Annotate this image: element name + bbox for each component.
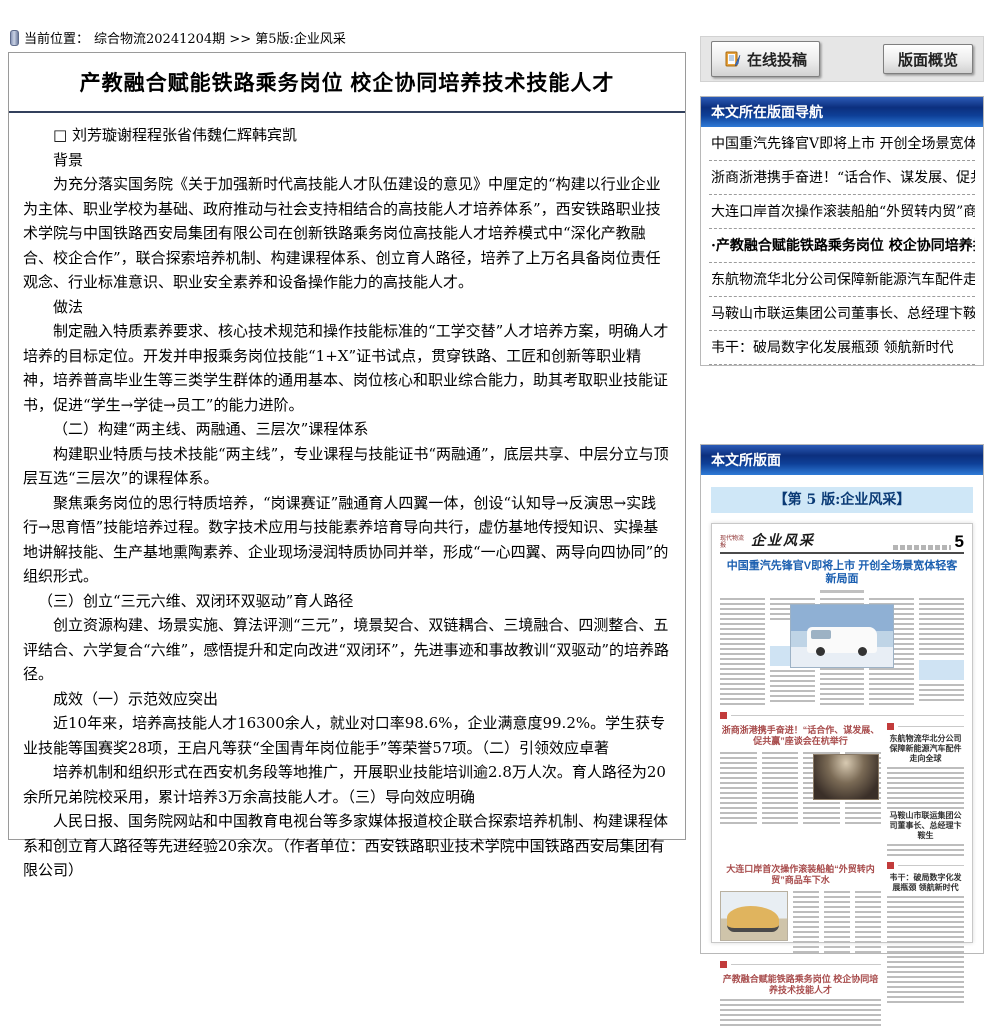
breadcrumb: 当前位置： 综合物流20241204期 >> 第5版:企业风采 — [10, 28, 346, 47]
fake-text-lines — [919, 598, 964, 706]
thumb-section-divider — [887, 723, 964, 730]
breadcrumb-path[interactable]: 综合物流20241204期 >> 第5版:企业风采 — [94, 28, 346, 47]
location-icon — [10, 30, 19, 46]
article-paragraph: 为充分落实国务院《关于加强新时代高技能人才队伍建设的意见》中厘定的“构建以行业企… — [23, 172, 671, 295]
article-paragraph: 聚焦乘务岗位的思行特质培养，“岗课赛证”融通育人四翼一体，创设“认知导→反演思→… — [23, 491, 671, 589]
article-author-line: □ 刘芳璇谢程程张省伟魏仁辉韩宾凯 — [23, 123, 671, 148]
page-navigation-panel: 本文所在版面导航 中国重汽先锋官V即将上市 开创全场景宽体轻 浙商浙港携手奋进！… — [700, 96, 984, 366]
thumb-top-columns — [720, 598, 964, 706]
online-submit-button[interactable]: 在线投稿 — [711, 41, 820, 77]
thumb-section-divider — [720, 712, 964, 719]
thumb-headline-bottom: 产教融合赋能铁路乘务岗位 校企协同培养技术技能人才 — [720, 972, 881, 999]
article-title: 产教融合赋能铁路乘务岗位 校企协同培养技术技能人才 — [9, 53, 685, 111]
newspaper-thumbnail[interactable]: 现代物流报 企业风采 5 中国重汽先锋官V即将上市 开创全场景宽体轻客新局面 — [711, 523, 973, 943]
breadcrumb-label: 当前位置： — [24, 28, 89, 47]
thumb-page-number: 5 — [955, 534, 964, 550]
thumb-headline-zheshang: 浙商浙港携手奋进！“话合作、谋发展、促共赢”座谈会在杭举行 — [720, 723, 881, 750]
thumb-blue-box — [919, 660, 964, 680]
thumb-headline-donghang: 东航物流华北分公司保障新能源汽车配件走向全球 — [887, 732, 964, 767]
thumb-van-photo — [790, 604, 894, 668]
article-paragraph: 背景 — [23, 148, 671, 173]
fake-text-lines — [887, 767, 964, 809]
fake-text-lines — [793, 891, 819, 955]
thumb-masthead-title: 企业风采 — [751, 530, 815, 550]
fake-text-lines — [824, 891, 850, 955]
toolbar: 在线投稿 版面概览 — [700, 36, 984, 82]
nav-item[interactable]: 中国重汽先锋官V即将上市 开创全场景宽体轻 — [709, 127, 975, 161]
notepad-icon — [724, 50, 742, 68]
article-paragraph: 人民日报、国务院网站和中国教育电视台等多家媒体报道校企联合探索培养机制、构建课程… — [23, 809, 671, 883]
page-panel-header: 本文所版面 — [701, 445, 983, 475]
thumb-masthead: 现代物流报 企业风采 5 — [720, 530, 964, 554]
thumb-byline — [820, 590, 864, 593]
current-page-panel: 本文所版面 【第 5 版:企业风采】 现代物流报 企业风采 5 中国重汽先锋官V… — [700, 444, 984, 954]
article-paragraph: 创立资源构建、场景实施、算法评测“三元”，境景契合、双链耦合、三境融合、四测整合… — [23, 613, 671, 687]
article-paragraph: 制定融入特质素养要求、核心技术规范和操作技能标准的“工学交替”人才培养方案，明确… — [23, 319, 671, 417]
layout-overview-button[interactable]: 版面概览 — [883, 44, 973, 74]
thumb-middle-section: 浙商浙港携手奋进！“话合作、谋发展、促共赢”座谈会在杭举行 东航物流华北分 — [720, 723, 964, 858]
nav-item[interactable]: 韦干：破局数字化发展瓶颈 领航新时代 — [709, 331, 975, 365]
nav-item[interactable]: 东航物流华北分公司保障新能源汽车配件走向 — [709, 263, 975, 297]
nav-item-current[interactable]: ·产教融合赋能铁路乘务岗位 校企协同培养技 — [709, 229, 975, 263]
red-tag-icon — [887, 862, 894, 869]
thumb-headline-main: 中国重汽先锋官V即将上市 开创全场景宽体轻客新局面 — [720, 554, 964, 588]
article-paragraph: 培养机制和组织形式在西安机务段等地推广，开展职业技能培训逾2.8万人次。育人路径… — [23, 760, 671, 809]
thumb-conference-photo — [813, 754, 879, 800]
page: { "breadcrumb": { "label": "当前位置：", "pat… — [0, 0, 984, 844]
thumb-ship-photo — [720, 891, 788, 941]
nav-panel-header: 本文所在版面导航 — [701, 97, 983, 127]
thumb-headline-maanshan: 马鞍山市联运集团公司董事长、总经理卞鞍生 — [887, 809, 964, 844]
thumb-bottom-section: 大连口岸首次操作滚装船舶“外贸转内贸”商品车下水 产教融合赋能铁路乘务岗位 校企 — [720, 862, 964, 1029]
online-submit-label: 在线投稿 — [747, 49, 807, 70]
edition-link[interactable]: 【第 5 版:企业风采】 — [711, 487, 973, 513]
article-paragraph: （二）构建“两主线、两融通、三层次”课程体系 — [23, 417, 671, 442]
layout-overview-label: 版面概览 — [898, 49, 958, 70]
nav-item[interactable]: 大连口岸首次操作滚装船舶“外贸转内贸”商 — [709, 195, 975, 229]
nav-list: 中国重汽先锋官V即将上市 开创全场景宽体轻 浙商浙港携手奋进！“话合作、谋发展、… — [701, 127, 983, 365]
sidebar: 在线投稿 版面概览 本文所在版面导航 中国重汽先锋官V即将上市 开创全场景宽体轻… — [700, 36, 984, 954]
fake-text-lines — [887, 844, 964, 858]
red-tag-icon — [887, 723, 894, 730]
article-body: □ 刘芳璇谢程程张省伟魏仁辉韩宾凯 背景 为充分落实国务院《关于加强新时代高技能… — [9, 113, 685, 895]
thumb-headline-dalian: 大连口岸首次操作滚装船舶“外贸转内贸”商品车下水 — [720, 862, 881, 889]
fake-text-lines — [720, 999, 881, 1029]
thumb-dateline — [893, 545, 951, 550]
fake-text-lines — [762, 752, 799, 826]
article-paragraph: 做法 — [23, 295, 671, 320]
fake-text-lines — [720, 752, 757, 826]
thumb-logo: 现代物流报 — [720, 536, 746, 550]
article-paragraph: 构建职业特质与技术技能“两主线”，专业课程与技能证书“两融通”，底层共享、中层分… — [23, 442, 671, 491]
fake-text-lines — [720, 598, 765, 706]
thumb-section-divider — [887, 862, 964, 869]
thumb-section-divider — [720, 961, 881, 968]
thumb-headline-weigan: 韦干：破局数字化发展瓶颈 领航新时代 — [887, 871, 964, 896]
fake-text-lines — [855, 891, 881, 955]
fake-text-lines — [887, 896, 964, 1006]
article-paragraph: 近10年来，培养高技能人才16300余人，就业对口率98.6%，企业满意度99.… — [23, 711, 671, 760]
red-tag-icon — [720, 712, 727, 719]
article-paragraph: （三）创立“三元六维、双闭环双驱动”育人路径 — [23, 589, 671, 614]
nav-item[interactable]: 马鞍山市联运集团公司董事长、总经理卞鞍生 — [709, 297, 975, 331]
nav-item[interactable]: 浙商浙港携手奋进！“话合作、谋发展、促共 — [709, 161, 975, 195]
article-panel: 产教融合赋能铁路乘务岗位 校企协同培养技术技能人才 □ 刘芳璇谢程程张省伟魏仁辉… — [8, 52, 686, 840]
article-paragraph: 成效（一）示范效应突出 — [23, 687, 671, 712]
red-tag-icon — [720, 961, 727, 968]
